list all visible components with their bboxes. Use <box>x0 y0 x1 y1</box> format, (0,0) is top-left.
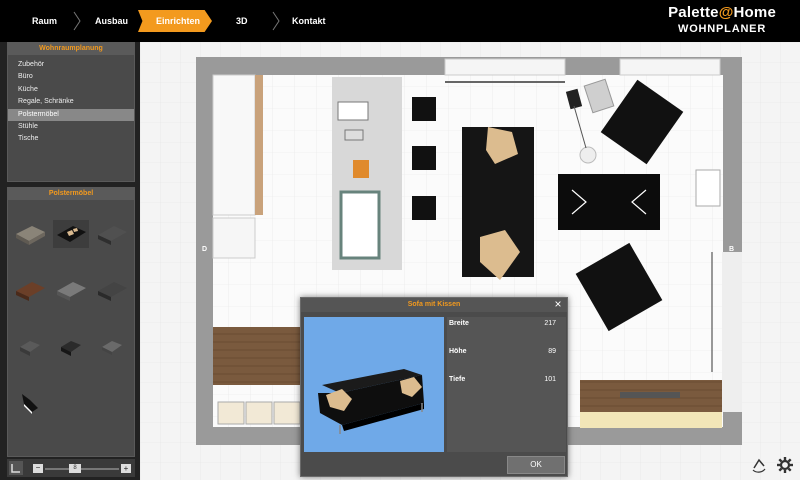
property-value: 217 <box>544 320 556 327</box>
grey-sofa-thumbnail[interactable] <box>53 276 89 304</box>
brand-at-sign: @ <box>718 4 734 21</box>
left-sidebar: Wohnraumplanung Zubehör Büro Küche Regal… <box>0 42 140 480</box>
property-row: Höhe 89 <box>447 348 566 360</box>
brand-logo: Palette@Home WOHNPLANER <box>668 4 776 35</box>
property-label: Höhe <box>449 348 467 355</box>
property-label: Breite <box>449 320 469 327</box>
property-label: Tiefe <box>449 376 466 383</box>
nav-step-kontakt[interactable]: Kontakt <box>292 10 326 32</box>
dark-sofa-thumbnail[interactable] <box>94 276 130 304</box>
wall-label-right: B <box>729 246 735 253</box>
brand-name-part: Home <box>733 4 776 21</box>
category-item-kueche[interactable]: Küche <box>8 84 134 96</box>
sofa-with-cushions-thumbnail[interactable] <box>53 220 89 248</box>
category-item-buero[interactable]: Büro <box>8 71 134 83</box>
brand-name-part: Palette <box>668 4 719 21</box>
ottoman-thumbnail[interactable] <box>94 332 130 360</box>
zoom-out-button[interactable]: − <box>33 464 43 473</box>
zoom-slider-handle[interactable]: 8 <box>69 464 81 473</box>
gear-icon[interactable] <box>776 456 794 474</box>
brand-product: WOHNPLANER <box>678 23 767 35</box>
category-item-regale[interactable]: Regale, Schränke <box>8 96 134 108</box>
top-navigation-bar: Raum Ausbau Einrichten 3D Kontakt Palett… <box>0 0 800 42</box>
zoom-in-button[interactable]: + <box>121 464 131 473</box>
category-item-tische[interactable]: Tische <box>8 133 134 145</box>
zoom-toolbar: − 8 + <box>7 459 135 477</box>
room-category-panel: Wohnraumplanung Zubehör Büro Küche Regal… <box>7 42 135 182</box>
panel-title: Polstermöbel <box>8 188 134 200</box>
panel-title: Wohnraumplanung <box>8 43 134 55</box>
corner-sofa-thumbnail[interactable] <box>94 220 130 248</box>
category-item-polstermoebel[interactable]: Polstermöbel <box>8 108 134 121</box>
nav-step-ausbau[interactable]: Ausbau <box>95 10 128 32</box>
nav-step-3d[interactable]: 3D <box>236 10 248 32</box>
sofa-thumbnail[interactable] <box>12 220 48 248</box>
product-detail-dialog: Sofa mit Kissen × Breite 217 Höhe 89 Tie… <box>300 297 568 477</box>
floor-layers-icon[interactable] <box>9 461 23 475</box>
property-value: 101 <box>544 376 556 383</box>
wall-label-left: D <box>202 246 208 253</box>
chevron-right-icon <box>272 11 280 31</box>
rotate-view-icon[interactable] <box>750 456 768 474</box>
furniture-catalog-panel: Polstermöbel <box>7 187 135 457</box>
ok-button[interactable]: OK <box>507 456 565 474</box>
category-item-zubehoer[interactable]: Zubehör <box>8 59 134 71</box>
product-properties: Breite 217 Höhe 89 Tiefe 101 <box>447 317 566 452</box>
zoom-slider-track[interactable] <box>45 468 119 470</box>
nav-step-raum[interactable]: Raum <box>32 10 57 32</box>
armchair-thumbnail[interactable] <box>12 332 48 360</box>
product-preview <box>304 317 444 452</box>
sofa-3d-preview <box>318 369 424 434</box>
chevron-right-icon <box>73 11 81 31</box>
lounge-chair-thumbnail[interactable] <box>12 388 48 416</box>
property-row: Tiefe 101 <box>447 376 566 388</box>
category-item-stuehle[interactable]: Stühle <box>8 121 134 133</box>
black-armchair-thumbnail[interactable] <box>53 332 89 360</box>
nav-step-einrichten[interactable]: Einrichten <box>138 10 212 32</box>
property-value: 89 <box>548 348 556 355</box>
close-icon[interactable]: × <box>552 298 564 311</box>
brown-sofa-thumbnail[interactable] <box>12 276 48 304</box>
dialog-title: Sofa mit Kissen <box>301 298 567 312</box>
property-row: Breite 217 <box>447 320 566 332</box>
